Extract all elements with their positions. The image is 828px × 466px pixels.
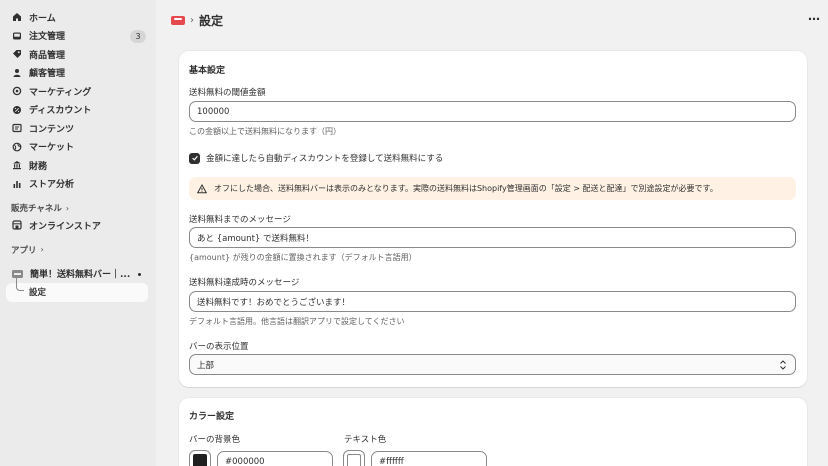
- success-message-value: 送料無料です！おめでとうございます！: [197, 297, 351, 308]
- text-color-label: テキスト色: [344, 435, 387, 445]
- bar-position-select[interactable]: 上部: [189, 354, 796, 375]
- app-logo-icon[interactable]: [171, 15, 185, 25]
- nav-marketing[interactable]: マーケティング: [0, 82, 156, 101]
- nav-finance[interactable]: 財務: [0, 156, 156, 175]
- success-message-label: 送料無料達成時のメッセージ: [189, 278, 300, 288]
- text-color-swatch[interactable]: [343, 450, 365, 466]
- nav-label: 商品管理: [29, 50, 66, 61]
- nav-label: コンテンツ: [29, 124, 75, 135]
- bar-position-label: バーの表示位置: [189, 342, 249, 352]
- warning-text: オフにした場合、送料無料バーは表示のみとなります。実際の送料無料はShopify…: [214, 184, 718, 193]
- nav-analytics[interactable]: ストア分析: [0, 175, 156, 194]
- chart-icon: [12, 179, 22, 189]
- tree-connector-icon: [16, 276, 24, 291]
- nav-label: ディスカウント: [29, 106, 92, 117]
- bar-position-value: 上部: [197, 360, 215, 371]
- nav-markets[interactable]: マーケット: [0, 138, 156, 157]
- threshold-help: この金額以上で送料無料になります（円）: [189, 127, 341, 136]
- auto-discount-row[interactable]: 金額に達したら自動ディスカウントを登録して送料無料にする: [189, 152, 443, 164]
- bg-color-input[interactable]: #000000: [217, 451, 333, 466]
- target-icon: [12, 86, 22, 96]
- tag-icon: [12, 49, 22, 59]
- color-settings-card: カラー設定 バーの背景色 #000000 テキスト色 #ffffff: [179, 398, 807, 466]
- chevron-right-icon: ›: [65, 203, 70, 213]
- nav-customers[interactable]: 顧客管理: [0, 64, 156, 83]
- select-caret-icon: [779, 359, 787, 374]
- threshold-value: 100000: [197, 106, 230, 117]
- orders-count-badge: 3: [130, 29, 146, 43]
- discount-icon: [12, 105, 22, 115]
- page-title: 設定: [199, 13, 224, 28]
- nav-label: 注文管理: [29, 32, 66, 43]
- more-actions-icon[interactable]: ⋯: [808, 12, 820, 26]
- bg-color-label: バーの背景色: [189, 435, 241, 445]
- bank-icon: [12, 160, 22, 170]
- nav-label: マーケット: [29, 143, 75, 154]
- auto-discount-checkbox[interactable]: [189, 152, 200, 164]
- success-message-help: デフォルト言語用。他言語は翻訳アプリで設定してください: [189, 317, 405, 326]
- nav-online-store[interactable]: オンラインストア: [0, 216, 156, 235]
- auto-discount-label: 金額に達したら自動ディスカウントを登録して送料無料にする: [206, 154, 444, 164]
- warning-icon: [197, 183, 207, 194]
- progress-message-input[interactable]: あと {amount} で送料無料！: [189, 227, 796, 248]
- apps-label: アプリ: [11, 245, 37, 256]
- threshold-input[interactable]: 100000: [189, 101, 796, 122]
- color-settings-title: カラー設定: [189, 412, 235, 422]
- text-color-value: #ffffff: [379, 456, 404, 466]
- progress-message-help: {amount} が残りの金額に置換されます（デフォルト言語用）: [189, 253, 417, 262]
- success-message-input[interactable]: 送料無料です！おめでとうございます！: [189, 291, 796, 312]
- person-icon: [12, 68, 22, 78]
- bg-color-value: #000000: [225, 456, 265, 466]
- nav-label: ストア分析: [29, 180, 75, 191]
- app-settings-label: 設定: [29, 288, 47, 298]
- page-header: › 設定 ⋯: [156, 0, 828, 40]
- chevron-right-icon: ›: [40, 245, 44, 254]
- text-color-input[interactable]: #ffffff: [371, 451, 487, 466]
- basic-settings-title: 基本設定: [189, 66, 226, 76]
- nav-home[interactable]: ホーム: [0, 8, 156, 27]
- inbox-icon: [12, 31, 22, 41]
- basic-settings-card: 基本設定 送料無料の閾値金額 100000 この金額以上で送料無料になります（円…: [179, 51, 807, 387]
- progress-message-value: あと {amount} で送料無料！: [197, 233, 315, 244]
- app-settings-item[interactable]: 設定: [6, 276, 148, 302]
- nav-label: マーケティング: [29, 87, 92, 98]
- sales-channels-heading[interactable]: 販売チャネル ›: [0, 200, 156, 216]
- nav-orders[interactable]: 注文管理 3: [0, 27, 156, 46]
- nav-discounts[interactable]: ディスカウント: [0, 101, 156, 120]
- breadcrumb-chevron-icon: ›: [190, 14, 194, 26]
- bg-color-swatch[interactable]: [189, 450, 211, 466]
- nav-label: オンラインストア: [29, 221, 101, 232]
- nav-label: 顧客管理: [29, 69, 66, 80]
- progress-message-label: 送料無料までのメッセージ: [189, 215, 291, 225]
- sidebar: ホーム 注文管理 3 商品管理 顧客管理 マーケティング ディスカウント コンテ…: [0, 0, 156, 466]
- nav-content[interactable]: コンテンツ: [0, 119, 156, 138]
- store-icon: [12, 220, 22, 230]
- home-icon: [12, 12, 22, 22]
- content-icon: [12, 123, 22, 133]
- apps-heading[interactable]: アプリ ›: [0, 242, 156, 258]
- threshold-label: 送料無料の閾値金額: [189, 88, 266, 98]
- globe-icon: [12, 142, 22, 152]
- sales-channels-label: 販売チャネル: [11, 204, 62, 214]
- nav-label: ホーム: [29, 13, 56, 24]
- nav-label: 財務: [29, 161, 48, 172]
- app-name: 簡単！送料無料バー｜...: [30, 270, 131, 280]
- active-dot-icon: [138, 272, 141, 276]
- nav-products[interactable]: 商品管理: [0, 45, 156, 64]
- warning-banner: オフにした場合、送料無料バーは表示のみとなります。実際の送料無料はShopify…: [189, 177, 796, 200]
